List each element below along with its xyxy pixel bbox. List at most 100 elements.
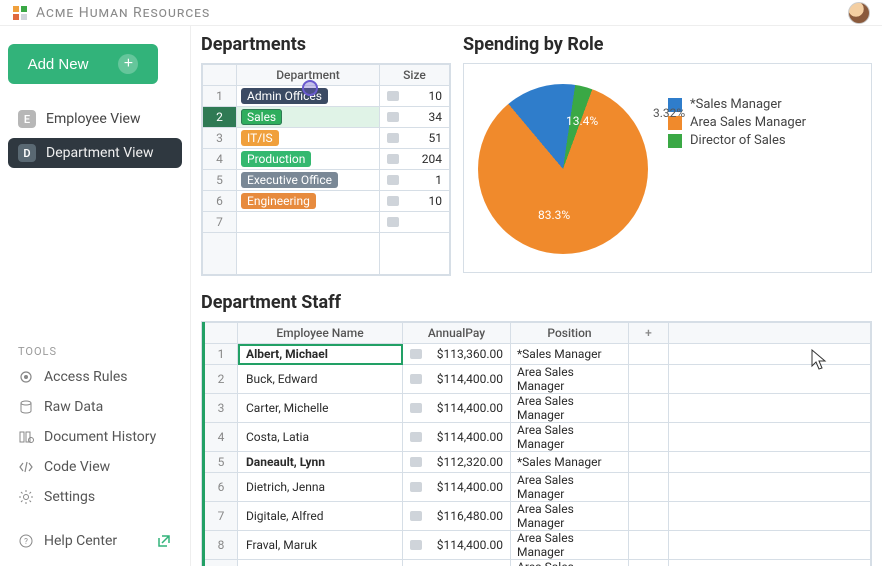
col-position[interactable]: Position <box>511 323 629 344</box>
department-row[interactable]: 5Executive Office1 <box>203 170 450 191</box>
employee-name-cell[interactable]: Friedman, Gerry <box>238 560 403 566</box>
col-size[interactable]: Size <box>380 65 450 86</box>
tool-access-rules[interactable]: Access Rules <box>8 362 182 392</box>
slice-label: 13.4% <box>566 114 598 128</box>
annual-pay-cell[interactable]: $114,400.00 <box>403 394 511 423</box>
row-number: 3 <box>203 128 237 149</box>
tool-settings[interactable]: Settings <box>8 482 182 512</box>
main-content: Departments Department Size 1Admin Offic… <box>190 26 882 566</box>
department-size-cell[interactable]: 1 <box>380 170 450 191</box>
legend-label: Director of Sales <box>690 133 786 148</box>
annual-pay-cell[interactable]: $113,360.00 <box>403 344 511 365</box>
staff-row[interactable]: 3Carter, Michelle$114,400.00Area Sales M… <box>204 394 871 423</box>
app-logo-icon <box>12 5 28 21</box>
employee-name-cell[interactable]: Dietrich, Jenna <box>238 473 403 502</box>
employee-name-cell[interactable]: Daneault, Lynn <box>238 452 403 473</box>
sidebar-item-label: Department View <box>46 145 154 161</box>
row-number: 9 <box>204 560 238 566</box>
plus-icon: + <box>118 54 138 74</box>
add-new-button[interactable]: Add New + <box>8 44 158 84</box>
field-type-icon <box>387 175 399 185</box>
department-name-cell[interactable]: IT/IS <box>237 128 380 149</box>
employee-name-cell[interactable]: Digitale, Alfred <box>238 502 403 531</box>
annual-pay-cell[interactable]: $114,400.00 <box>403 423 511 452</box>
position-cell[interactable]: *Sales Manager <box>511 452 629 473</box>
col-annual-pay[interactable]: AnnualPay <box>403 323 511 344</box>
staff-row[interactable]: 1Albert, Michael$113,360.00*Sales Manage… <box>204 344 871 365</box>
add-column-button[interactable]: + <box>629 323 669 344</box>
annual-pay-cell[interactable]: $114,400.00 <box>403 473 511 502</box>
position-cell[interactable]: Area Sales Manager <box>511 423 629 452</box>
position-cell[interactable]: Area Sales Manager <box>511 502 629 531</box>
department-row[interactable]: 2Sales34 <box>203 107 450 128</box>
staff-row[interactable]: 8Fraval, Maruk$114,400.00Area Sales Mana… <box>204 531 871 560</box>
department-row[interactable]: 7 <box>203 212 450 233</box>
chart-title: Spending by Role <box>463 34 872 55</box>
employee-name-cell[interactable]: Buck, Edward <box>238 365 403 394</box>
department-size-cell[interactable] <box>380 212 450 233</box>
position-cell[interactable]: Area Sales Manager <box>511 365 629 394</box>
annual-pay-cell[interactable]: $116,480.00 <box>403 502 511 531</box>
tool-code-view[interactable]: Code View <box>8 452 182 482</box>
employee-name-cell[interactable]: Carter, Michelle <box>238 394 403 423</box>
department-row[interactable]: 4Production204 <box>203 149 450 170</box>
sidebar-item-employee-view[interactable]: E Employee View <box>8 104 182 134</box>
tool-raw-data[interactable]: Raw Data <box>8 392 182 422</box>
staff-table: Employee Name AnnualPay Position + 1Albe… <box>201 321 872 566</box>
department-name-cell[interactable]: Sales <box>237 107 380 128</box>
row-number: 6 <box>203 191 237 212</box>
field-type-icon <box>410 403 422 413</box>
spending-chart: 13.4%83.3%3.32% *Sales ManagerArea Sales… <box>463 63 872 273</box>
position-cell[interactable]: Area Sales Manager <box>511 531 629 560</box>
department-row[interactable]: 1Admin Offices10 <box>203 86 450 107</box>
annual-pay-cell[interactable]: $114,400.00 <box>403 531 511 560</box>
legend-item[interactable]: Area Sales Manager <box>668 115 806 130</box>
department-row[interactable]: 6Engineering10 <box>203 191 450 212</box>
staff-row[interactable]: 2Buck, Edward$114,400.00Area Sales Manag… <box>204 365 871 394</box>
sidebar-item-department-view[interactable]: D Department View <box>8 138 182 168</box>
staff-row[interactable]: 7Digitale, Alfred$116,480.00Area Sales M… <box>204 502 871 531</box>
database-icon <box>18 399 34 415</box>
position-cell[interactable]: Area Sales Manager <box>511 473 629 502</box>
staff-row[interactable]: 9Friedman, Gerry$115,440.00Area Sales Ma… <box>204 560 871 566</box>
department-name-cell[interactable] <box>237 212 380 233</box>
legend-item[interactable]: Director of Sales <box>668 133 806 148</box>
department-name-cell[interactable]: Production <box>237 149 380 170</box>
col-department[interactable]: Department <box>237 65 380 86</box>
tool-document-history[interactable]: Document History <box>8 422 182 452</box>
department-size-cell[interactable]: 10 <box>380 86 450 107</box>
departments-title: Departments <box>201 34 451 55</box>
blank-cell <box>629 531 669 560</box>
row-number: 6 <box>204 473 238 502</box>
position-cell[interactable]: *Sales Manager <box>511 344 629 365</box>
position-cell[interactable]: Area Sales Manager <box>511 560 629 566</box>
staff-row[interactable]: 6Dietrich, Jenna$114,400.00Area Sales Ma… <box>204 473 871 502</box>
annual-pay-cell[interactable]: $112,320.00 <box>403 452 511 473</box>
row-number: 5 <box>203 170 237 191</box>
blank-cell <box>669 560 871 566</box>
department-row[interactable]: 3IT/IS51 <box>203 128 450 149</box>
department-size-cell[interactable]: 10 <box>380 191 450 212</box>
row-number: 1 <box>204 344 238 365</box>
tool-help-center[interactable]: ? Help Center <box>8 526 182 556</box>
col-employee-name[interactable]: Employee Name <box>238 323 403 344</box>
blank-cell <box>669 423 871 452</box>
position-cell[interactable]: Area Sales Manager <box>511 394 629 423</box>
department-name-cell[interactable]: Executive Office <box>237 170 380 191</box>
department-size-cell[interactable]: 204 <box>380 149 450 170</box>
department-size-cell[interactable]: 51 <box>380 128 450 149</box>
annual-pay-cell[interactable]: $115,440.00 <box>403 560 511 566</box>
employee-name-cell[interactable]: Fraval, Maruk <box>238 531 403 560</box>
staff-row[interactable]: 4Costa, Latia$114,400.00Area Sales Manag… <box>204 423 871 452</box>
annual-pay-cell[interactable]: $114,400.00 <box>403 365 511 394</box>
field-type-icon <box>410 511 422 521</box>
legend-item[interactable]: *Sales Manager <box>668 97 806 112</box>
staff-row[interactable]: 5Daneault, Lynn$112,320.00*Sales Manager <box>204 452 871 473</box>
employee-name-cell[interactable]: Costa, Latia <box>238 423 403 452</box>
department-size-cell[interactable]: 34 <box>380 107 450 128</box>
avatar[interactable] <box>848 2 870 24</box>
department-name-cell[interactable]: Engineering <box>237 191 380 212</box>
blank-cell <box>669 473 871 502</box>
department-name-cell[interactable]: Admin Offices <box>237 86 380 107</box>
employee-name-cell[interactable]: Albert, Michael <box>238 344 403 365</box>
